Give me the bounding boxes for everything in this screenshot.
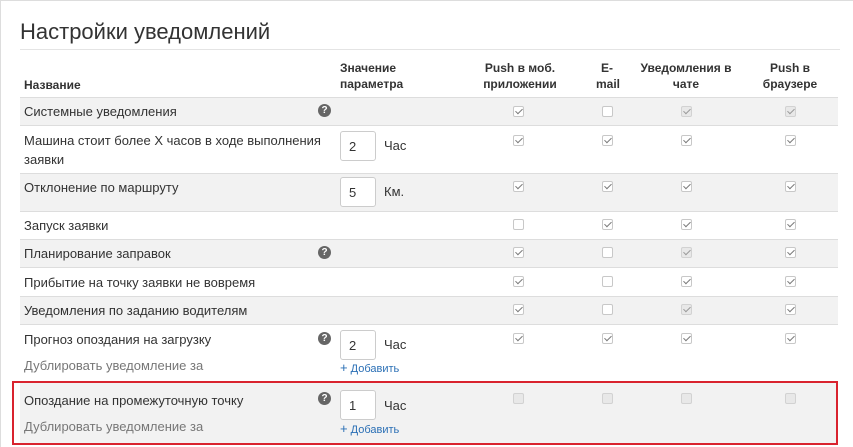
loading-delay-hours-input[interactable] (340, 330, 376, 360)
vehicle-idle-hours-input[interactable] (340, 131, 376, 161)
checkbox-email-route-deviation[interactable] (602, 181, 613, 192)
checkbox-email-refuel-planning[interactable] (602, 247, 613, 258)
row-label-route-deviation: Отклонение по маршруту (24, 180, 179, 195)
checkbox-chat-late-arrival[interactable] (681, 276, 692, 287)
question-circle-icon[interactable]: ? (318, 332, 331, 345)
checkbox-chat-order-start[interactable] (681, 219, 692, 230)
checkbox-push-browser-loading-delay[interactable] (785, 333, 796, 344)
checkbox-push-mobile-driver-tasks[interactable] (513, 304, 524, 315)
checkbox-email-loading-delay[interactable] (602, 333, 613, 344)
checkbox-chat-vehicle-idle[interactable] (681, 135, 692, 146)
checkbox-push-mobile-refuel-planning[interactable] (513, 247, 524, 258)
row-divider (20, 125, 838, 126)
row-divider (20, 173, 838, 174)
checkbox-chat-system (681, 106, 692, 117)
column-header-email: E-mail (596, 61, 621, 91)
checkbox-push-mobile-system[interactable] (513, 106, 524, 117)
column-header-name: Название (24, 78, 81, 92)
checkbox-email-order-start[interactable] (602, 219, 613, 230)
column-header-push-browser: Push в браузере (762, 61, 818, 91)
checkbox-chat-driver-tasks (681, 304, 692, 315)
column-header-value: Значение параметра (340, 61, 404, 91)
highlight-box (12, 381, 838, 445)
column-header-chat: Уведомления в чате (640, 61, 732, 91)
checkbox-push-browser-vehicle-idle[interactable] (785, 135, 796, 146)
question-circle-icon[interactable]: ? (318, 246, 331, 259)
row-label-late-arrival: Прибытие на точку заявки не вовремя (24, 275, 256, 290)
row-label-driver-tasks: Уведомления по заданию водителям (24, 303, 248, 318)
checkbox-push-browser-order-start[interactable] (785, 219, 796, 230)
column-header-push-mobile: Push в моб. приложении (483, 61, 557, 91)
duplicate-notification-label: Дублировать уведомление за (24, 358, 204, 373)
checkbox-chat-refuel-planning (681, 247, 692, 258)
title-divider (20, 49, 840, 50)
checkbox-push-browser-refuel-planning[interactable] (785, 247, 796, 258)
checkbox-push-mobile-late-arrival[interactable] (513, 276, 524, 287)
checkbox-push-mobile-loading-delay[interactable] (513, 333, 524, 344)
add-duplicate-link[interactable]: + Добавить (340, 361, 399, 376)
checkbox-push-browser-system (785, 106, 796, 117)
unit-label: Км. (384, 184, 405, 199)
row-divider (20, 267, 838, 268)
checkbox-email-driver-tasks[interactable] (602, 304, 613, 315)
checkbox-push-browser-late-arrival[interactable] (785, 276, 796, 287)
checkbox-email-late-arrival[interactable] (602, 276, 613, 287)
row-label-order-start: Запуск заявки (24, 218, 109, 233)
row-divider (20, 211, 838, 212)
route-deviation-km-input[interactable] (340, 177, 376, 207)
checkbox-push-mobile-order-start[interactable] (513, 219, 524, 230)
row-label-loading-delay-forecast: Прогноз опоздания на загрузку (24, 332, 212, 347)
plus-icon: + (340, 360, 348, 375)
checkbox-push-browser-driver-tasks[interactable] (785, 304, 796, 315)
row-label-refuel-planning: Планирование заправок (24, 246, 171, 261)
checkbox-push-mobile-vehicle-idle[interactable] (513, 135, 524, 146)
question-circle-icon[interactable]: ? (318, 104, 331, 117)
row-divider (20, 239, 838, 240)
table-row (20, 211, 838, 239)
checkbox-push-browser-route-deviation[interactable] (785, 181, 796, 192)
page-title: Настройки уведомлений (20, 19, 271, 44)
row-divider (20, 324, 838, 325)
row-label-system: Системные уведомления (24, 104, 177, 119)
row-divider (20, 97, 838, 98)
checkbox-email-vehicle-idle[interactable] (602, 135, 613, 146)
checkbox-chat-loading-delay[interactable] (681, 333, 692, 344)
checkbox-email-system[interactable] (602, 106, 613, 117)
checkbox-chat-route-deviation[interactable] (681, 181, 692, 192)
row-divider (20, 296, 838, 297)
checkbox-push-mobile-route-deviation[interactable] (513, 181, 524, 192)
unit-label: Час (384, 337, 407, 352)
row-label-vehicle-idle: Машина стоит более X часов в ходе выполн… (24, 133, 321, 167)
unit-label: Час (384, 138, 407, 153)
